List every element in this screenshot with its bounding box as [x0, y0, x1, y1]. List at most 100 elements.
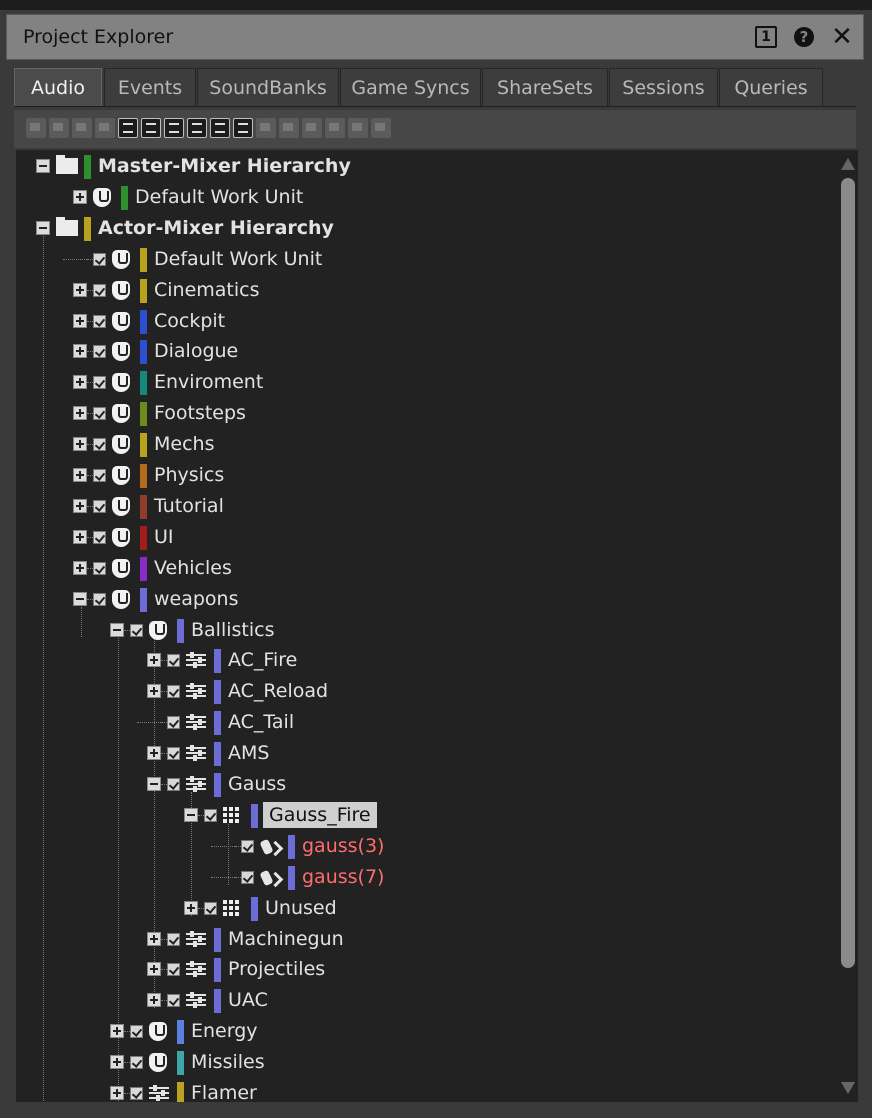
- tree-row[interactable]: Energy: [16, 1016, 836, 1047]
- tab-game-syncs[interactable]: Game Syncs: [340, 68, 481, 106]
- tree-row[interactable]: weapons: [16, 584, 836, 615]
- tab-audio[interactable]: Audio: [14, 68, 102, 106]
- tree-row[interactable]: Machinegun: [16, 924, 836, 955]
- include-checkbox[interactable]: [93, 561, 106, 575]
- tree-row[interactable]: Projectiles: [16, 954, 836, 985]
- new-sound-sfx-icon[interactable]: [210, 118, 230, 138]
- expand-icon[interactable]: [73, 189, 87, 204]
- new-actor-mixer-icon[interactable]: [95, 118, 115, 138]
- tree-row[interactable]: Default Work Unit: [16, 182, 836, 213]
- expand-icon[interactable]: [73, 406, 87, 421]
- tab-soundbanks[interactable]: SoundBanks: [197, 68, 339, 106]
- tree-row[interactable]: gauss(3): [16, 831, 836, 862]
- include-checkbox[interactable]: [241, 870, 254, 884]
- include-checkbox[interactable]: [93, 530, 106, 544]
- new-folder-icon[interactable]: [49, 118, 69, 138]
- include-checkbox[interactable]: [93, 345, 106, 359]
- tree-row[interactable]: Enviroment: [16, 367, 836, 398]
- new-sound-voice-icon[interactable]: [233, 118, 253, 138]
- new-sequence-container-icon[interactable]: [141, 118, 161, 138]
- include-checkbox[interactable]: [93, 376, 106, 390]
- expand-icon[interactable]: [73, 468, 87, 482]
- expand-icon[interactable]: [147, 962, 161, 977]
- include-checkbox[interactable]: [93, 407, 106, 421]
- include-checkbox[interactable]: [93, 499, 106, 513]
- scroll-down-arrow[interactable]: [841, 1082, 855, 1094]
- expand-icon[interactable]: [73, 437, 87, 452]
- new-physical-folder-icon[interactable]: [72, 118, 92, 138]
- expand-icon[interactable]: [147, 746, 161, 761]
- tree-row[interactable]: Ballistics: [16, 615, 836, 646]
- include-checkbox[interactable]: [167, 932, 180, 946]
- include-checkbox[interactable]: [167, 747, 180, 761]
- collapse-icon[interactable]: [36, 159, 50, 173]
- new-switch-container-icon[interactable]: [164, 118, 184, 138]
- tree-row[interactable]: Unused: [16, 893, 836, 924]
- include-checkbox[interactable]: [167, 994, 180, 1008]
- include-checkbox[interactable]: [130, 1087, 143, 1100]
- tree-row[interactable]: Physics: [16, 460, 836, 491]
- include-checkbox[interactable]: [93, 314, 106, 328]
- include-checkbox[interactable]: [167, 654, 180, 668]
- include-checkbox[interactable]: [167, 963, 180, 977]
- tree-row[interactable]: Dialogue: [16, 336, 836, 367]
- include-checkbox[interactable]: [204, 808, 217, 822]
- tree-row[interactable]: Gauss: [16, 769, 836, 800]
- expand-icon[interactable]: [73, 282, 87, 297]
- include-checkbox[interactable]: [130, 1025, 143, 1039]
- expand-icon[interactable]: [73, 560, 87, 575]
- tree-row[interactable]: AC_Fire: [16, 645, 836, 676]
- include-checkbox[interactable]: [93, 469, 106, 482]
- vertical-scrollbar[interactable]: [838, 150, 858, 1102]
- expand-icon[interactable]: [73, 529, 87, 544]
- scroll-thumb[interactable]: [841, 178, 855, 968]
- close-button[interactable]: ✕: [829, 22, 855, 52]
- tree-row[interactable]: Missiles: [16, 1047, 836, 1078]
- tree-row[interactable]: Cinematics: [16, 275, 836, 306]
- tree-row[interactable]: UI: [16, 522, 836, 553]
- collapse-icon[interactable]: [184, 807, 198, 822]
- tab-sharesets[interactable]: ShareSets: [482, 68, 608, 106]
- collapse-icon[interactable]: [36, 220, 50, 235]
- include-checkbox[interactable]: [130, 623, 143, 637]
- new-music-segment-icon[interactable]: [256, 118, 276, 138]
- tree-row[interactable]: Gauss_Fire: [16, 800, 836, 831]
- new-music-track-icon[interactable]: [279, 118, 299, 138]
- collapse-icon[interactable]: [110, 622, 124, 637]
- include-checkbox[interactable]: [93, 592, 106, 606]
- tree-row[interactable]: Master-Mixer Hierarchy: [16, 151, 836, 182]
- tree-row[interactable]: AC_Tail: [16, 707, 836, 738]
- expand-icon[interactable]: [147, 993, 161, 1008]
- expand-icon[interactable]: [110, 1024, 124, 1039]
- tree-row[interactable]: Footsteps: [16, 398, 836, 429]
- include-checkbox[interactable]: [167, 685, 180, 699]
- new-music-switch-icon[interactable]: [325, 118, 345, 138]
- tree-row[interactable]: Mechs: [16, 429, 836, 460]
- tab-queries[interactable]: Queries: [719, 68, 823, 106]
- new-unknown-icon[interactable]: [371, 118, 391, 138]
- expand-icon[interactable]: [184, 900, 198, 915]
- include-checkbox[interactable]: [167, 716, 180, 730]
- new-blend-container-icon[interactable]: [187, 118, 207, 138]
- collapse-icon[interactable]: [73, 591, 87, 606]
- expand-icon[interactable]: [73, 498, 87, 513]
- view-one-button[interactable]: 1: [753, 24, 779, 50]
- tab-sessions[interactable]: Sessions: [609, 68, 718, 106]
- tree-row[interactable]: Tutorial: [16, 491, 836, 522]
- expand-icon[interactable]: [147, 684, 161, 699]
- expand-icon[interactable]: [110, 1086, 124, 1100]
- expand-icon[interactable]: [73, 313, 87, 328]
- help-button[interactable]: ?: [791, 24, 817, 50]
- new-work-unit-icon[interactable]: [26, 118, 46, 138]
- scroll-up-arrow[interactable]: [841, 158, 855, 170]
- tree-row[interactable]: AMS: [16, 738, 836, 769]
- include-checkbox[interactable]: [204, 901, 217, 915]
- include-checkbox[interactable]: [93, 283, 106, 297]
- project-tree[interactable]: Master-Mixer Hierarchy Default Work Unit A…: [16, 150, 838, 1102]
- expand-icon[interactable]: [73, 344, 87, 359]
- include-checkbox[interactable]: [93, 438, 106, 452]
- expand-icon[interactable]: [110, 1055, 124, 1070]
- tree-row[interactable]: UAC: [16, 985, 836, 1016]
- tree-row[interactable]: Cockpit: [16, 306, 836, 337]
- tree-row[interactable]: Actor-Mixer Hierarchy: [16, 213, 836, 244]
